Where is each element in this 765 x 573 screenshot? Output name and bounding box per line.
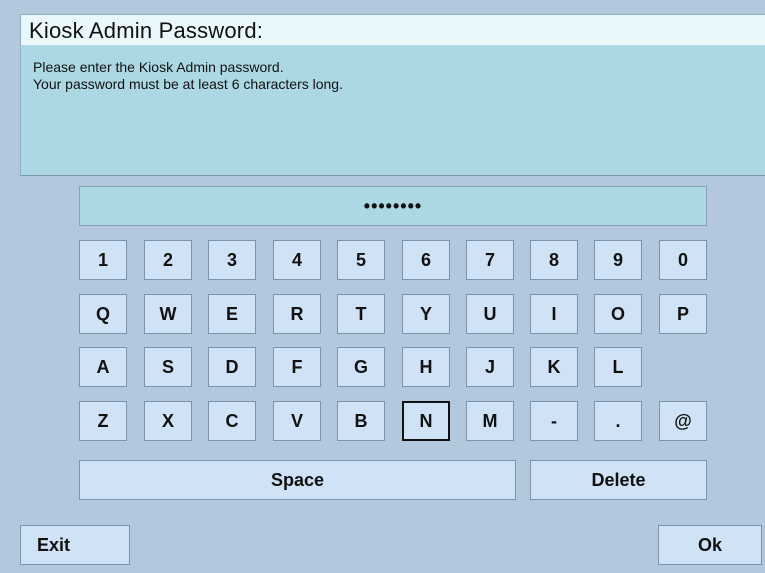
key-minus[interactable]: - [530, 401, 578, 441]
key-v[interactable]: V [273, 401, 321, 441]
message-line-2: Your password must be at least 6 charact… [33, 76, 343, 92]
message-line-1: Please enter the Kiosk Admin password. [33, 59, 284, 75]
key-y[interactable]: Y [402, 294, 450, 334]
key-c[interactable]: C [208, 401, 256, 441]
exit-button[interactable]: Exit [20, 525, 130, 565]
key-period[interactable]: . [594, 401, 642, 441]
key-f[interactable]: F [273, 347, 321, 387]
dialog-title: Kiosk Admin Password: [29, 18, 264, 43]
key-q[interactable]: Q [79, 294, 127, 334]
key-7[interactable]: 7 [466, 240, 514, 280]
key-p[interactable]: P [659, 294, 707, 334]
key-l[interactable]: L [594, 347, 642, 387]
title-bar: Kiosk Admin Password: [20, 14, 765, 45]
key-m[interactable]: M [466, 401, 514, 441]
password-input[interactable]: •••••••• [79, 186, 707, 226]
space-key[interactable]: Space [79, 460, 516, 500]
key-a[interactable]: A [79, 347, 127, 387]
key-5[interactable]: 5 [337, 240, 385, 280]
key-u[interactable]: U [466, 294, 514, 334]
key-i[interactable]: I [530, 294, 578, 334]
key-6[interactable]: 6 [402, 240, 450, 280]
key-d[interactable]: D [208, 347, 256, 387]
key-4[interactable]: 4 [273, 240, 321, 280]
key-9[interactable]: 9 [594, 240, 642, 280]
key-h[interactable]: H [402, 347, 450, 387]
delete-key[interactable]: Delete [530, 460, 707, 500]
key-g[interactable]: G [337, 347, 385, 387]
key-k[interactable]: K [530, 347, 578, 387]
key-j[interactable]: J [466, 347, 514, 387]
key-3[interactable]: 3 [208, 240, 256, 280]
key-r[interactable]: R [273, 294, 321, 334]
key-s[interactable]: S [144, 347, 192, 387]
key-8[interactable]: 8 [530, 240, 578, 280]
ok-button[interactable]: Ok [658, 525, 762, 565]
key-0[interactable]: 0 [659, 240, 707, 280]
message-panel: Please enter the Kiosk Admin password. Y… [20, 45, 765, 176]
key-x[interactable]: X [144, 401, 192, 441]
key-2[interactable]: 2 [144, 240, 192, 280]
kiosk-password-dialog: Kiosk Admin Password: Please enter the K… [0, 0, 765, 573]
key-z[interactable]: Z [79, 401, 127, 441]
key-1[interactable]: 1 [79, 240, 127, 280]
key-e[interactable]: E [208, 294, 256, 334]
key-b[interactable]: B [337, 401, 385, 441]
key-t[interactable]: T [337, 294, 385, 334]
key-n[interactable]: N [402, 401, 450, 441]
key-w[interactable]: W [144, 294, 192, 334]
key-at[interactable]: @ [659, 401, 707, 441]
key-o[interactable]: O [594, 294, 642, 334]
